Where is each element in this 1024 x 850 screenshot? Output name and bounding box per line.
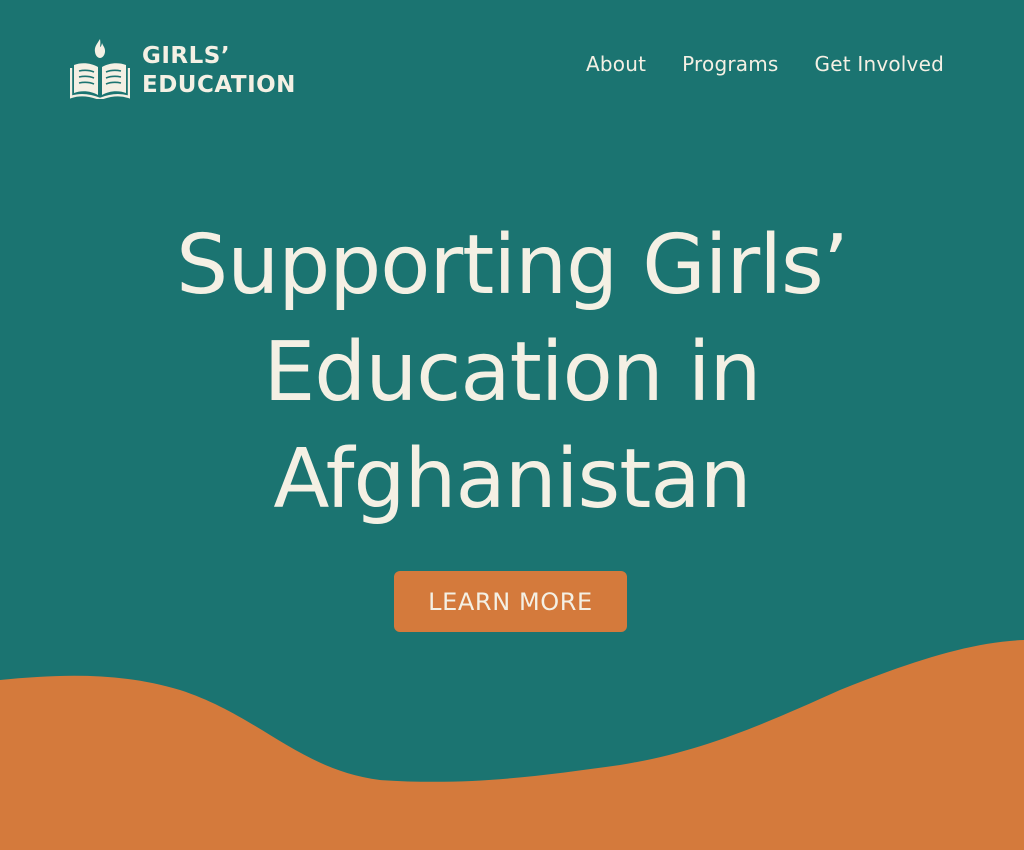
- nav-link-get-involved[interactable]: Get Involved: [815, 52, 944, 76]
- brand-line-1: GIRLS’: [142, 43, 231, 69]
- page: GIRLS’ EDUCATION About Programs Get Invo…: [0, 0, 1024, 850]
- hero-title-line-2: Education in: [263, 325, 761, 420]
- main-nav: About Programs Get Involved: [586, 52, 944, 76]
- site-header: GIRLS’ EDUCATION About Programs Get Invo…: [0, 0, 1024, 130]
- decorative-wave: [0, 640, 1024, 850]
- logo-link[interactable]: GIRLS’ EDUCATION: [70, 36, 296, 100]
- nav-link-programs[interactable]: Programs: [682, 52, 778, 76]
- hero-title: Supporting Girls’ Education in Afghanist…: [0, 212, 1024, 533]
- hero-title-line-3: Afghanistan: [273, 432, 751, 527]
- brand-line-2: EDUCATION: [142, 72, 296, 98]
- hero-title-line-1: Supporting Girls’: [176, 218, 849, 313]
- nav-link-about[interactable]: About: [586, 52, 646, 76]
- book-with-flame-icon: [70, 39, 130, 99]
- brand-name: GIRLS’ EDUCATION: [142, 42, 296, 100]
- learn-more-button[interactable]: LEARN MORE: [394, 571, 627, 632]
